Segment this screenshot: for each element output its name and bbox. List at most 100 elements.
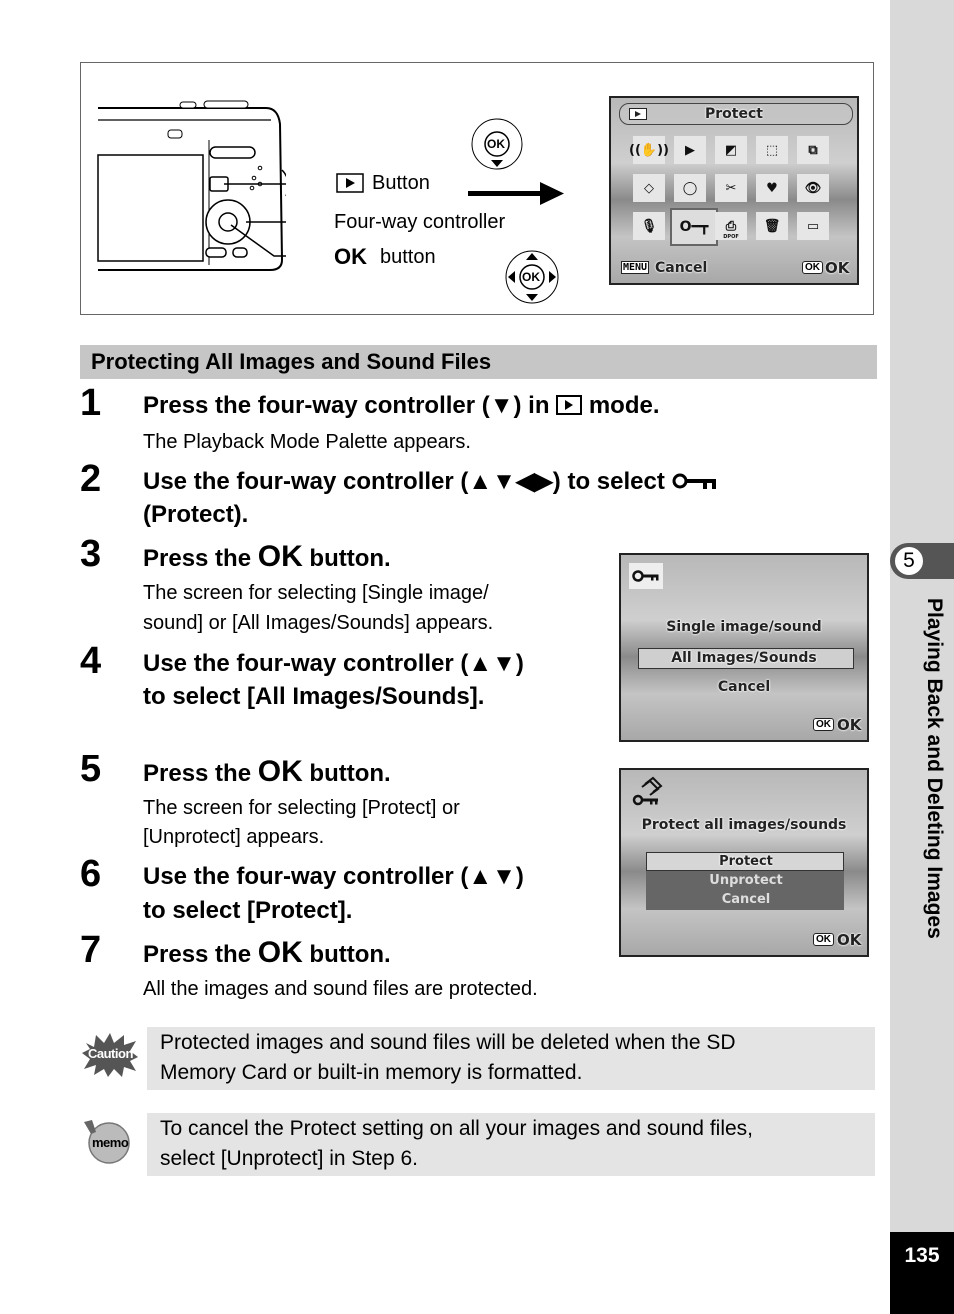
option-all[interactable]: All Images/Sounds — [621, 650, 867, 666]
step-6-title-2: to select [Protect]. — [143, 897, 353, 924]
memo-note: To cancel the Protect setting on all you… — [147, 1113, 875, 1176]
step-1-title-a: Press the four-way controller (▼) in — [143, 392, 550, 419]
copy-icon[interactable]: ⧉ — [797, 136, 829, 164]
caution-icon-label: Caution — [88, 1046, 133, 1061]
right-arrow-icon — [468, 182, 564, 205]
ok-down-button-diagram: OK — [470, 117, 524, 171]
playback-icon[interactable]: ▶ — [674, 136, 706, 164]
step-7-title: Press the OK button. — [143, 936, 391, 971]
protect-all-screen: Protect all images/sounds Protect Unprot… — [619, 768, 869, 957]
protect-all-icon — [632, 776, 663, 806]
four-way-diagram: OK — [504, 249, 560, 305]
section-title: Protecting All Images and Sound Files — [80, 345, 877, 379]
step-2-title: Use the four-way controller (▲▼◀▶) to se… — [143, 465, 718, 498]
step-1-title-b: mode. — [588, 392, 660, 419]
cropping-icon[interactable]: ⬚ — [756, 136, 788, 164]
resize-icon[interactable]: ◩ — [715, 136, 747, 164]
step-2-title-b: (Protect). — [143, 501, 249, 528]
ok-key: OK — [813, 718, 834, 731]
recover-icon[interactable]: 🗑 — [756, 212, 788, 240]
protect-key-icon — [632, 570, 659, 582]
playback-button-label: Button — [372, 172, 430, 194]
step-1-title: Press the four-way controller (▼) in mod… — [143, 389, 660, 422]
step-2-number: 2 — [80, 458, 102, 500]
caution-note: Protected images and sound files will be… — [147, 1027, 875, 1090]
filter-icon[interactable]: ◯ — [674, 174, 706, 202]
protect-icon[interactable]: O━┳ — [670, 208, 718, 246]
playback-icon — [629, 108, 647, 120]
start-screen-icon[interactable]: ▭ — [797, 212, 829, 240]
step-5-title: Press the OK button. — [143, 755, 391, 790]
rotate-icon[interactable]: ◇ — [633, 174, 665, 202]
palette-cancel[interactable]: Cancel — [655, 260, 707, 276]
caution-icon: Caution — [82, 1033, 138, 1077]
ok-glyph: OK — [257, 755, 303, 788]
red-eye-icon[interactable]: 👁 — [797, 174, 829, 202]
step-4-title-1: Use the four-way controller (▲▼) — [143, 650, 524, 677]
protect-ok[interactable]: OK — [837, 931, 861, 949]
option-protect[interactable]: Protect — [621, 854, 867, 869]
playback-icon — [336, 173, 364, 193]
step-5-desc-2: [Unprotect] appears. — [143, 826, 325, 848]
protect-key-icon — [672, 473, 716, 489]
step-5-desc-1: The screen for selecting [Protect] or — [143, 797, 460, 819]
slideshow-icon[interactable]: ((✋)) — [629, 136, 669, 164]
memo-text-1: To cancel the Protect setting on all you… — [160, 1117, 754, 1140]
step-6-title-1: Use the four-way controller (▲▼) — [143, 863, 524, 890]
chapter-number: 5 — [894, 546, 924, 576]
playback-icon — [556, 395, 583, 415]
memo-icon-label: memo — [92, 1135, 129, 1150]
step-3-number: 3 — [80, 533, 102, 575]
select-ok[interactable]: OK — [837, 716, 861, 734]
step-3-title-a: Press the — [143, 545, 252, 572]
memo-text-2: select [Unprotect] in Step 6. — [160, 1147, 418, 1170]
step-7-desc: All the images and sound files are prote… — [143, 978, 538, 1000]
step-5-number: 5 — [80, 748, 102, 790]
step-1-desc: The Playback Mode Palette appears. — [143, 431, 471, 453]
memo-icon: memo — [82, 1118, 132, 1164]
ok-glyph: OK — [257, 540, 303, 573]
protect-screen-title: Protect all images/sounds — [641, 817, 847, 833]
palette-title: Protect — [705, 106, 763, 122]
movie-edit-icon[interactable]: ✂ — [715, 174, 747, 202]
ok-button-label: button — [380, 246, 436, 268]
dpof-label: DPOF — [723, 234, 739, 240]
select-range-screen: Single image/sound All Images/Sounds Can… — [619, 553, 869, 742]
step-4-number: 4 — [80, 640, 102, 682]
chapter-title: Playing Back and Deleting Images — [923, 598, 946, 939]
page-number: 135 — [890, 1232, 954, 1314]
protect-badge — [629, 563, 663, 589]
caution-text-2: Memory Card or built-in memory is format… — [160, 1061, 583, 1084]
four-way-ok-label: OK — [522, 270, 540, 284]
step-3-title: Press the OK button. — [143, 540, 391, 575]
step-7-title-a: Press the — [143, 941, 252, 968]
step-5-title-b: button. — [309, 760, 391, 787]
dpof-icon[interactable]: ⎙ DPOF — [715, 212, 747, 240]
option-cancel[interactable]: Cancel — [621, 679, 867, 695]
ok-key: OK — [802, 261, 823, 274]
step-7-number: 7 — [80, 929, 102, 971]
ok-key: OK — [813, 933, 834, 946]
step-6-number: 6 — [80, 853, 102, 895]
menu-key: MENU — [621, 261, 650, 274]
ok-down-label: OK — [487, 137, 505, 151]
option-cancel[interactable]: Cancel — [621, 892, 867, 907]
step-4-title-2: to select [All Images/Sounds]. — [143, 683, 485, 710]
playback-palette-screen: Protect ((✋)) ▶ ◩ ⬚ ⧉ ◇ ◯ ✂ ♥ 👁 🎙 O━┳ ⎙ DPOF 🗑 ▭ MENU C… — [609, 96, 859, 285]
palette-ok[interactable]: OK — [825, 259, 849, 277]
option-single[interactable]: Single image/sound — [621, 619, 867, 635]
ok-glyph: OK — [334, 244, 367, 269]
step-1-number: 1 — [80, 382, 102, 424]
step-3-desc-2: sound] or [All Images/Sounds] appears. — [143, 612, 494, 634]
caution-text-1: Protected images and sound files will be… — [160, 1031, 736, 1054]
step-3-desc-1: The screen for selecting [Single image/ — [143, 582, 489, 604]
four-way-controller-label: Four-way controller — [334, 211, 506, 233]
step-7-title-b: button. — [309, 941, 391, 968]
step-3-title-b: button. — [309, 545, 391, 572]
voice-memo-icon[interactable]: 🎙 — [633, 212, 665, 240]
ok-glyph: OK — [257, 936, 303, 969]
camera-back-illustration — [97, 100, 286, 271]
frame-icon[interactable]: ♥ — [756, 174, 788, 202]
option-unprotect[interactable]: Unprotect — [621, 873, 867, 888]
step-5-title-a: Press the — [143, 760, 252, 787]
